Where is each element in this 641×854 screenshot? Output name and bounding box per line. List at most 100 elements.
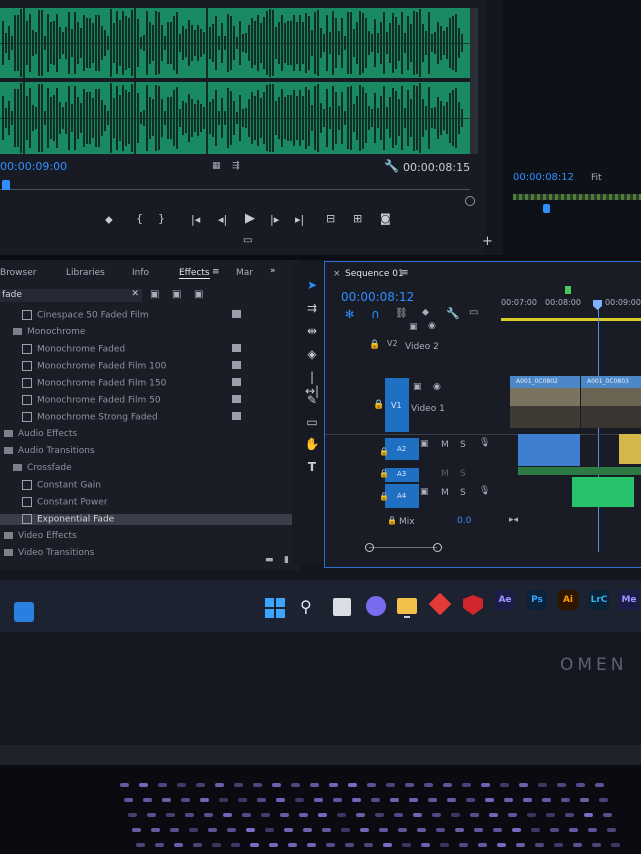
- tab-info[interactable]: Info: [132, 268, 149, 278]
- media-encoder-icon[interactable]: Me: [619, 590, 639, 610]
- plus-button[interactable]: +: [482, 234, 493, 249]
- mark-in-button[interactable]: {: [136, 212, 143, 225]
- effects-tree-item[interactable]: Monochrome: [13, 327, 85, 337]
- effects-tree-item[interactable]: Monochrome Faded Film 50: [22, 395, 241, 406]
- effects-tree-item[interactable]: Exponential Fade: [0, 514, 312, 525]
- playhead-icon[interactable]: [2, 180, 10, 190]
- sync-lock-a2-icon[interactable]: ▣: [420, 439, 429, 449]
- tab-browser[interactable]: Browser: [0, 268, 36, 278]
- add-marker-icon[interactable]: ⬥: [422, 307, 429, 318]
- effects-tree-item[interactable]: Monochrome Faded: [22, 344, 241, 355]
- effects-tree-item[interactable]: Cinespace 50 Faded Film: [22, 310, 241, 321]
- sync-lock-v1-icon[interactable]: ▣: [413, 382, 422, 392]
- settings-toggle-icon[interactable]: ⇶: [232, 161, 240, 171]
- mark-out-button[interactable]: }: [158, 212, 165, 225]
- effects-tree-item[interactable]: Constant Gain: [22, 480, 101, 491]
- go-to-in-button[interactable]: |◂: [191, 213, 200, 226]
- accelerated-effects-filter-icon[interactable]: ▣: [150, 289, 159, 300]
- effects-tree-item[interactable]: Monochrome Faded Film 100: [22, 361, 241, 372]
- mute-a2-button[interactable]: M: [441, 440, 449, 450]
- mix-value[interactable]: 0.0: [457, 516, 471, 526]
- track-select-tool-icon[interactable]: ⇉: [303, 301, 321, 315]
- delete-icon[interactable]: ▮: [284, 555, 289, 565]
- audio-clip-a2[interactable]: [518, 434, 580, 466]
- play-button[interactable]: ▶: [245, 211, 255, 226]
- audio-clip-a4[interactable]: [572, 477, 634, 507]
- tab-markers[interactable]: Mar: [236, 268, 253, 278]
- solo-a2-button[interactable]: S: [460, 440, 466, 450]
- step-forward-button[interactable]: |▸: [270, 213, 279, 226]
- step-back-button[interactable]: ◂|: [218, 213, 227, 226]
- track-a2-target[interactable]: A2: [385, 438, 419, 460]
- video-clip-2[interactable]: A001_0C0803: [581, 376, 641, 428]
- button-editor-icon[interactable]: ▭: [243, 235, 252, 246]
- razor-tool-icon[interactable]: ◈: [303, 347, 321, 361]
- tab-libraries[interactable]: Libraries: [66, 268, 105, 278]
- mic-a4-icon[interactable]: 🎙: [479, 486, 490, 496]
- eye-v2-icon[interactable]: ◉: [428, 321, 436, 331]
- close-tab-icon[interactable]: ×: [333, 269, 341, 279]
- widgets-icon[interactable]: [14, 602, 34, 622]
- lightroom-classic-icon[interactable]: LrC: [589, 590, 609, 610]
- insert-button[interactable]: ⊟: [326, 212, 335, 225]
- type-tool-icon[interactable]: T: [303, 460, 321, 474]
- lock-mix-icon[interactable]: 🔒: [387, 516, 397, 525]
- eye-v1-icon[interactable]: ◉: [433, 382, 441, 392]
- search-icon[interactable]: ⚲: [300, 597, 312, 616]
- mix-go-to-icon[interactable]: ▸◂: [509, 515, 518, 525]
- panel-menu-icon[interactable]: ≡: [212, 267, 220, 277]
- teams-icon[interactable]: [366, 596, 386, 616]
- lock-a4-icon[interactable]: 🔒: [379, 492, 389, 501]
- new-bin-icon[interactable]: ▬: [265, 555, 274, 565]
- source-timecode-in[interactable]: 00:00:09:00: [0, 160, 67, 173]
- track-v2-id[interactable]: V2: [387, 339, 398, 348]
- ripple-edit-tool-icon[interactable]: ⇹: [303, 324, 321, 338]
- linked-selection-icon[interactable]: ⛓: [395, 308, 408, 319]
- overwrite-button[interactable]: ⊞: [353, 212, 362, 225]
- work-area-bar[interactable]: [501, 318, 641, 321]
- effects-tree-item[interactable]: Constant Power: [22, 497, 108, 508]
- track-a3-target[interactable]: A3: [385, 468, 419, 482]
- track-v1-target[interactable]: V1: [385, 378, 409, 432]
- mute-a4-button[interactable]: M: [441, 488, 449, 498]
- playhead-handle-icon[interactable]: [593, 300, 602, 310]
- sequence-tab[interactable]: Sequence 01: [345, 269, 404, 279]
- clear-search-icon[interactable]: ✕: [131, 289, 139, 299]
- zoom-level-icon[interactable]: ▦: [212, 161, 221, 171]
- solo-a4-button[interactable]: S: [460, 488, 466, 498]
- red-app-icon[interactable]: [428, 592, 452, 616]
- fit-select[interactable]: Fit: [591, 173, 602, 183]
- add-marker-button[interactable]: ⬥: [105, 213, 113, 227]
- snap-icon[interactable]: ∩: [371, 307, 380, 321]
- lock-v2-icon[interactable]: 🔒: [369, 340, 380, 350]
- illustrator-icon[interactable]: Ai: [558, 590, 578, 610]
- after-effects-icon[interactable]: Ae: [495, 590, 515, 610]
- track-a4-target[interactable]: A4: [385, 484, 419, 508]
- sync-lock-a4-icon[interactable]: ▣: [420, 487, 429, 497]
- effects-tree-item[interactable]: Video Transitions: [4, 548, 94, 558]
- hand-tool-icon[interactable]: ✋: [303, 437, 321, 451]
- mic-a2-icon[interactable]: 🎙: [479, 438, 490, 448]
- program-playhead-icon[interactable]: [543, 204, 550, 213]
- wrench-icon[interactable]: 🔧: [384, 159, 399, 173]
- audio-clip-a2-right[interactable]: [619, 434, 641, 464]
- effects-tree-item[interactable]: Monochrome Strong Faded: [22, 412, 241, 423]
- effects-tree-item[interactable]: Monochrome Faded Film 150: [22, 378, 241, 389]
- effects-tree-item[interactable]: Crossfade: [13, 463, 72, 473]
- mute-a3-button[interactable]: M: [441, 469, 449, 479]
- effects-tree-item[interactable]: Audio Effects: [4, 429, 77, 439]
- program-scrubber[interactable]: [513, 194, 641, 200]
- overflow-tabs-icon[interactable]: »: [270, 266, 276, 276]
- selection-tool-icon[interactable]: ➤: [303, 278, 321, 292]
- timeline-timecode[interactable]: 00:00:08:12: [341, 290, 414, 304]
- rectangle-tool-icon[interactable]: ▭: [303, 415, 321, 429]
- yuv-filter-icon[interactable]: ▣: [194, 289, 203, 300]
- timeline-settings-icon[interactable]: 🔧: [446, 307, 460, 320]
- start-button-icon[interactable]: [265, 598, 285, 618]
- source-scrubber[interactable]: [0, 180, 475, 206]
- photoshop-icon[interactable]: Ps: [527, 590, 547, 610]
- export-frame-button[interactable]: ◙: [380, 212, 391, 225]
- nest-toggle-icon[interactable]: ✻: [345, 308, 354, 321]
- go-to-out-button[interactable]: ▸|: [295, 213, 304, 226]
- lock-v1-icon[interactable]: 🔒: [373, 400, 384, 410]
